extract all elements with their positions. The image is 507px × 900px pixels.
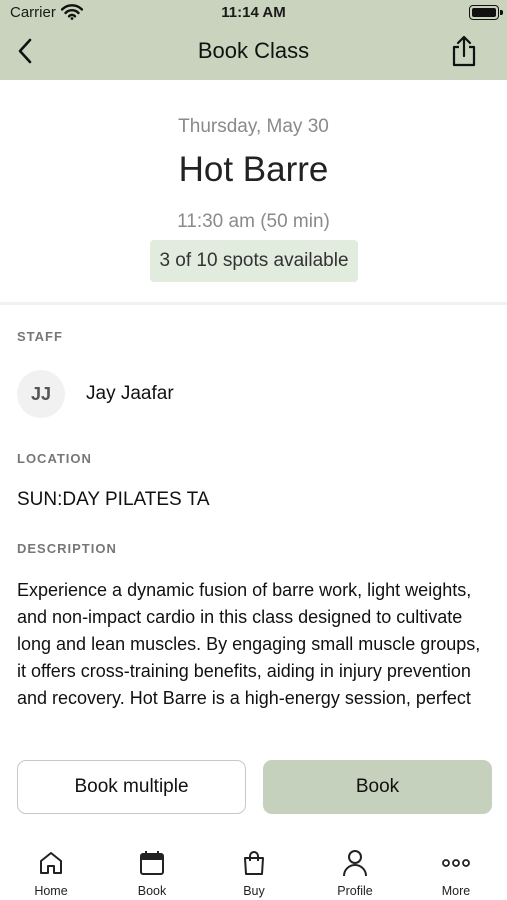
status-bar: Carrier 11:14 AM (0, 0, 507, 26)
status-time: 11:14 AM (221, 4, 286, 21)
staff-label: STAFF (17, 329, 63, 344)
shopping-bag-icon (239, 848, 269, 878)
class-header: Thursday, May 30 Hot Barre 11:30 am (50 … (0, 80, 507, 302)
tab-more[interactable]: More (416, 838, 496, 900)
more-dots-icon (441, 848, 471, 878)
tab-profile[interactable]: Profile (315, 838, 395, 900)
page-title: Book Class (197, 38, 310, 63)
section-divider (0, 302, 507, 305)
class-date: Thursday, May 30 (178, 116, 329, 137)
tab-buy[interactable]: Buy (214, 838, 294, 900)
share-button[interactable] (449, 34, 479, 68)
share-icon (452, 35, 476, 67)
tab-book[interactable]: Book (112, 838, 192, 900)
home-icon (36, 848, 66, 878)
description-scroll[interactable]: Experience a dynamic fusion of barre wor… (17, 577, 491, 732)
calendar-icon (137, 848, 167, 878)
book-button[interactable]: Book (263, 760, 492, 814)
avatar: JJ (17, 370, 65, 418)
location-label: LOCATION (17, 451, 92, 466)
tab-more-label: More (441, 884, 471, 898)
description-label: DESCRIPTION (17, 541, 117, 556)
spots-badge: 3 of 10 spots available (150, 240, 358, 282)
tab-profile-label: Profile (337, 884, 373, 898)
tab-home[interactable]: Home (11, 838, 91, 900)
tab-bar: Home Book Buy Profile More (0, 838, 507, 900)
class-time: 11:30 am (50 min) (177, 211, 330, 232)
tab-buy-label: Buy (243, 884, 265, 898)
location-value: SUN:DAY PILATES TA (17, 489, 210, 510)
tab-book-label: Book (137, 884, 167, 898)
battery-icon (469, 5, 503, 20)
tab-home-label: Home (34, 884, 68, 898)
top-bar: Carrier 11:14 AM Book Class (0, 0, 507, 80)
staff-name[interactable]: Jay Jaafar (86, 383, 174, 405)
person-icon (340, 848, 370, 878)
description-text: Experience a dynamic fusion of barre wor… (17, 580, 481, 708)
book-multiple-button[interactable]: Book multiple (17, 760, 246, 814)
class-name: Hot Barre (178, 150, 329, 189)
